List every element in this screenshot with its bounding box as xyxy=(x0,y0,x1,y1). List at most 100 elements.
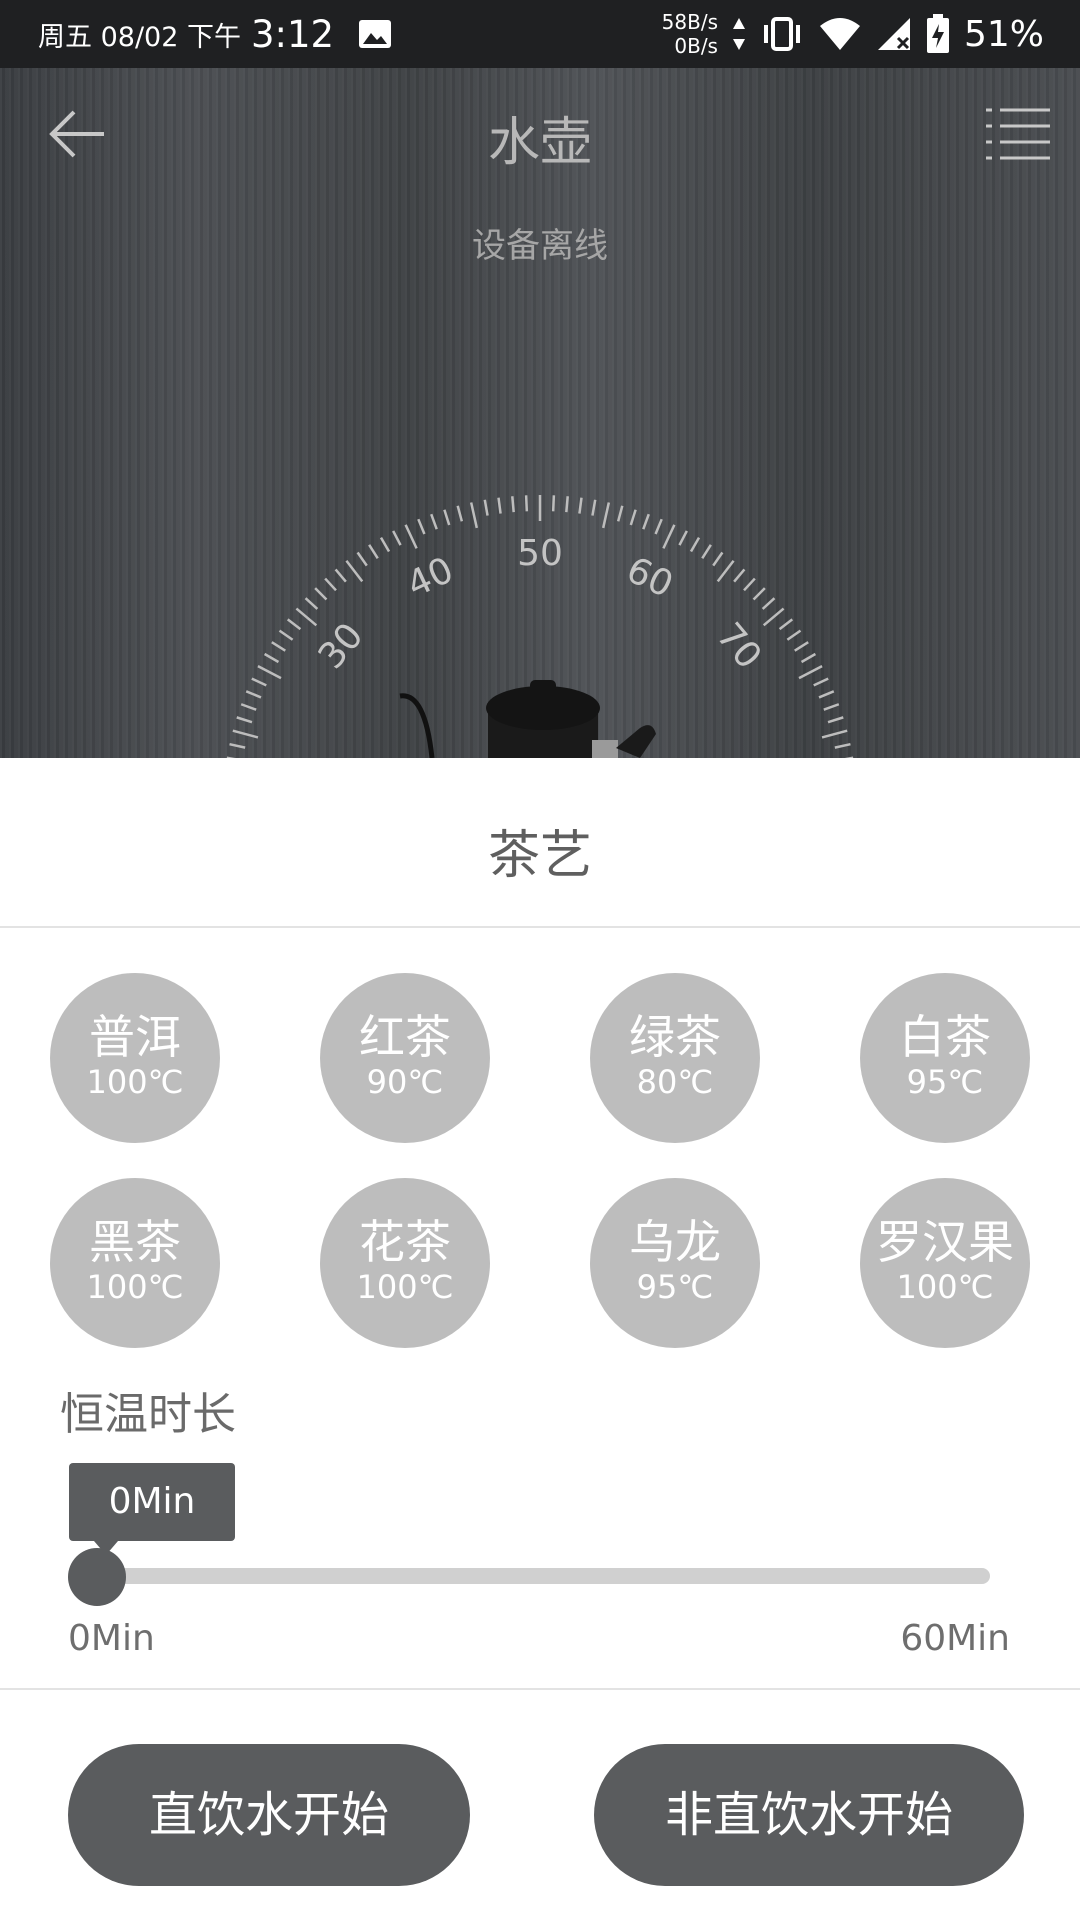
tea-name: 红茶 xyxy=(359,1010,451,1064)
dial-tick xyxy=(834,742,851,749)
dial-tick xyxy=(229,742,246,749)
tea-name: 罗汉果 xyxy=(876,1215,1014,1269)
dial-tick xyxy=(469,502,479,529)
dial-tick xyxy=(497,497,502,514)
divider xyxy=(0,926,1080,928)
slider-value-tooltip: 0Min xyxy=(69,1463,235,1541)
cellular-signal-icon xyxy=(877,18,910,50)
dial-tick xyxy=(565,496,569,513)
tea-option-flower-tea[interactable]: 花茶 100℃ xyxy=(320,1178,490,1348)
dial-tick xyxy=(821,729,848,739)
wifi-icon xyxy=(819,18,860,50)
dial-tick xyxy=(551,495,556,512)
dial-tick xyxy=(232,729,259,739)
dial-tick xyxy=(524,495,529,512)
dial-tick xyxy=(295,607,318,627)
tea-temp: 90℃ xyxy=(366,1063,444,1101)
dial-tick xyxy=(368,544,379,559)
dial-tick xyxy=(456,505,464,522)
dial-tick xyxy=(616,505,624,522)
dial-tick xyxy=(263,652,280,664)
tea-temp: 100℃ xyxy=(86,1268,184,1306)
dial-tick xyxy=(443,509,451,526)
net-down: 0B/s xyxy=(674,34,718,58)
dial-tick xyxy=(818,690,835,699)
keep-warm-slider-handle[interactable] xyxy=(68,1548,126,1606)
dial-tick xyxy=(743,577,756,592)
dial-tick xyxy=(271,641,286,652)
dial-tick xyxy=(417,518,426,535)
dial-tick xyxy=(379,536,391,553)
tea-option-black-tea[interactable]: 红茶 90℃ xyxy=(320,973,490,1143)
tea-name: 黑茶 xyxy=(89,1215,181,1269)
battery-icon xyxy=(926,14,949,53)
tea-art-sheet: 茶艺 普洱 100℃ 红茶 90℃ 绿茶 80℃ 白茶 95℃ 黑茶 100℃ … xyxy=(0,758,1080,1920)
tea-option-dark-tea[interactable]: 黑茶 100℃ xyxy=(50,1178,220,1348)
dial-tick xyxy=(654,518,663,535)
dial-tick xyxy=(662,524,676,549)
dial-tick xyxy=(334,568,347,583)
divider xyxy=(0,1688,1080,1690)
dial-tick xyxy=(701,544,712,559)
dial-tick xyxy=(761,597,776,610)
dial-tick xyxy=(304,597,319,610)
dial-tick xyxy=(786,629,802,641)
dial-tick xyxy=(823,703,840,711)
dial-tick xyxy=(778,618,794,631)
tea-temp: 80℃ xyxy=(636,1063,714,1101)
tea-temp: 100℃ xyxy=(356,1268,454,1306)
keep-warm-slider-track[interactable] xyxy=(96,1568,990,1584)
dial-tick xyxy=(591,499,597,516)
slider-max-label: 60Min xyxy=(900,1618,1010,1659)
vibrate-icon xyxy=(763,17,800,51)
dial-tick xyxy=(689,536,701,553)
device-header: 水壶 设备离线 30 40 50 60 70 xyxy=(0,68,1080,758)
tea-temp: 95℃ xyxy=(636,1268,714,1306)
dial-tick xyxy=(286,618,302,631)
dial-tick xyxy=(356,551,368,567)
dial-tick xyxy=(251,677,267,687)
battery-percent: 51% xyxy=(963,13,1044,55)
tea-name: 普洱 xyxy=(89,1010,181,1064)
dial-label: 60 xyxy=(620,550,679,607)
dial-tick xyxy=(511,496,515,513)
dial-tick xyxy=(278,629,294,641)
dial-tick xyxy=(257,665,282,680)
kettle-icon xyxy=(399,680,656,758)
dial-tick xyxy=(324,577,337,592)
tea-temp: 100℃ xyxy=(86,1063,184,1101)
tea-name: 乌龙 xyxy=(629,1215,721,1269)
dial-tick xyxy=(236,716,253,724)
network-speed: 58B/s 0B/s xyxy=(662,10,718,58)
keep-warm-label: 恒温时长 xyxy=(60,1389,236,1440)
dial-tick xyxy=(629,509,637,526)
tea-option-luohanguo[interactable]: 罗汉果 100℃ xyxy=(860,1178,1030,1348)
dial-label: 50 xyxy=(517,533,563,574)
data-arrows-icon xyxy=(732,18,745,50)
status-time: 3:12 xyxy=(250,12,335,56)
dial-tick xyxy=(800,652,817,664)
dial-tick xyxy=(601,502,611,529)
dial-label: 70 xyxy=(708,615,769,676)
dial-label: 40 xyxy=(401,550,460,607)
tea-option-white-tea[interactable]: 白茶 95℃ xyxy=(860,973,1030,1143)
tea-option-puer[interactable]: 普洱 100℃ xyxy=(50,973,220,1143)
net-up: 58B/s xyxy=(661,10,718,34)
dial-tick xyxy=(716,559,735,583)
temperature-dial: 30 40 50 60 70 xyxy=(226,495,854,758)
dial-tick xyxy=(345,559,364,583)
tea-option-oolong[interactable]: 乌龙 95℃ xyxy=(590,1178,760,1348)
tea-name: 花茶 xyxy=(359,1215,451,1269)
tea-name: 白茶 xyxy=(899,1010,991,1064)
tea-temp: 100℃ xyxy=(896,1268,994,1306)
dial-tick xyxy=(762,607,785,627)
dial-label: 30 xyxy=(311,615,372,676)
dial-tick xyxy=(483,499,489,516)
non-direct-drink-start-button[interactable]: 非直饮水开始 xyxy=(594,1744,1024,1886)
dial-tick xyxy=(712,551,724,567)
tea-option-green-tea[interactable]: 绿茶 80℃ xyxy=(590,973,760,1143)
dial-tick xyxy=(314,587,328,601)
dial-tick xyxy=(798,665,823,680)
direct-drink-start-button[interactable]: 直饮水开始 xyxy=(68,1744,470,1886)
dial-tick xyxy=(642,513,650,530)
